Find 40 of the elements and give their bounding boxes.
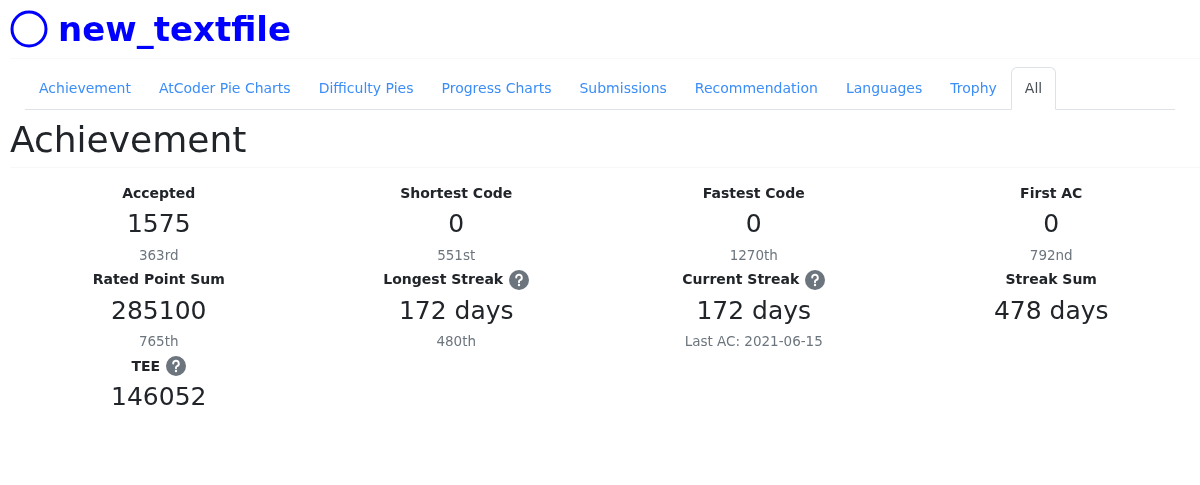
stat-value: 0 (745, 208, 762, 241)
tab[interactable]: Progress Charts (427, 67, 566, 110)
stat-label: Streak Sum (1005, 270, 1097, 290)
tab[interactable]: Difficulty Pies (304, 67, 428, 110)
section-heading: Achievement (10, 118, 248, 162)
tab[interactable]: All (1010, 67, 1057, 110)
stat-value: 285100 (111, 294, 207, 327)
stat-label: Rated Point Sum (92, 270, 225, 290)
tab[interactable]: Achievement (25, 67, 145, 110)
stat-rank: 480th (436, 332, 477, 352)
tab[interactable]: AtCoder Pie Charts (144, 67, 305, 110)
stat-label: TEE (131, 356, 161, 376)
help-icon[interactable] (509, 269, 530, 290)
help-icon[interactable] (166, 356, 187, 377)
tab[interactable]: Languages (831, 67, 937, 110)
stat-rank: 765th (138, 332, 179, 352)
user-name-link[interactable]: new_textfile (58, 3, 292, 55)
tab[interactable]: Trophy (936, 67, 1011, 110)
stat-value: 146052 (111, 381, 207, 414)
stat-rank: Last AC: 2021-06-15 (684, 332, 823, 352)
stat-rank: 551st (437, 245, 476, 265)
tab[interactable]: Recommendation (680, 67, 832, 110)
stat-label: Current Streak (682, 270, 800, 290)
stat-label: Longest Streak (383, 270, 504, 290)
stat-value: 172 days (696, 294, 812, 327)
stat-value: 172 days (398, 294, 514, 327)
stat-label: Shortest Code (400, 183, 513, 203)
stat-rank: 1270th (729, 245, 778, 265)
stat-rank: 363rd (138, 245, 179, 265)
stat-rank: 792nd (1029, 245, 1073, 265)
stat-value: 0 (1043, 208, 1060, 241)
help-icon[interactable] (805, 269, 826, 290)
circle-icon (10, 10, 48, 48)
stat-label: Fastest Code (702, 183, 805, 203)
tab[interactable]: Submissions (565, 67, 681, 110)
stat-label: First AC (1020, 183, 1083, 203)
stat-label: Accepted (122, 183, 196, 203)
stat-value: 1575 (126, 208, 191, 241)
stat-value: 478 days (993, 294, 1109, 327)
stat-value: 0 (448, 208, 465, 241)
